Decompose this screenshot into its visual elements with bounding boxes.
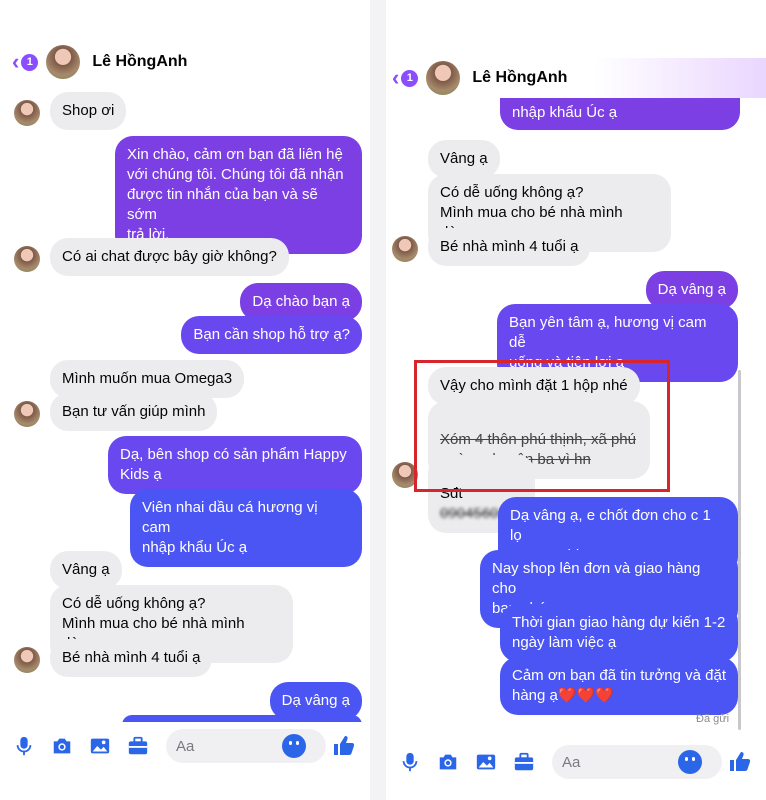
input-placeholder: Aa: [176, 737, 195, 755]
contact-name[interactable]: Lê HồngAnh: [472, 69, 567, 87]
input-placeholder: Aa: [562, 753, 581, 771]
message-input[interactable]: Aa: [552, 745, 722, 779]
microphone-icon[interactable]: [10, 732, 38, 760]
message-outgoing: Viên nhai dầu cá hương vị cam nhập khẩu …: [130, 489, 362, 567]
right-chat-screenshot: nhập khẩu Úc ạ ‹ 1 Lê HồngAnh Vâng ạ Có …: [386, 0, 766, 800]
image-icon[interactable]: [472, 748, 500, 776]
avatar[interactable]: [426, 61, 461, 95]
back-button[interactable]: ‹ 1: [12, 49, 39, 75]
message-incoming: Vâng ạ: [50, 551, 122, 589]
camera-icon[interactable]: [48, 732, 76, 760]
avatar: [14, 246, 40, 272]
avatar[interactable]: [46, 45, 81, 79]
message-incoming: Có ai chat được bây giờ không?: [50, 238, 289, 276]
thumbs-up-icon[interactable]: [728, 750, 752, 774]
highlight-box: [414, 360, 670, 492]
image-icon[interactable]: [86, 732, 114, 760]
avatar: [392, 236, 418, 262]
message-outgoing: Dạ, bên shop có sản phẩm Happy Kids ạ: [108, 436, 362, 494]
screenshot-divider: [370, 0, 386, 800]
briefcase-icon[interactable]: [124, 732, 152, 760]
left-chat-screenshot: ‹ 1 Lê HồngAnh Shop ơi Xin chào, cảm ơn …: [0, 0, 370, 800]
message-incoming: Vâng ạ: [428, 140, 500, 178]
message-outgoing: Cảm ơn bạn đã tin tưởng và đặt hàng ạ❤️❤…: [500, 657, 738, 715]
scrollbar[interactable]: [738, 370, 741, 730]
contact-name[interactable]: Lê HồngAnh: [92, 53, 187, 71]
message-input[interactable]: Aa: [166, 729, 326, 763]
emoji-icon[interactable]: [678, 750, 702, 774]
avatar: [14, 401, 40, 427]
avatar: [14, 100, 40, 126]
microphone-icon[interactable]: [396, 748, 424, 776]
avatar: [14, 647, 40, 673]
message-incoming: Shop ơi: [50, 92, 127, 130]
briefcase-icon[interactable]: [510, 748, 538, 776]
composer-bar: Aa: [0, 722, 370, 770]
chevron-left-icon: ‹: [12, 49, 20, 74]
chat-header: ‹ 1 Lê HồngAnh: [0, 44, 370, 80]
unread-badge: 1: [21, 53, 39, 71]
message-outgoing: Bạn cần shop hỗ trợ ạ?: [181, 316, 362, 354]
unread-badge: 1: [401, 69, 419, 87]
chat-header: ‹ 1 Lê HồngAnh: [386, 58, 766, 98]
message-incoming: Bé nhà mình 4 tuổi ạ: [428, 228, 591, 266]
back-button[interactable]: ‹ 1: [392, 65, 419, 91]
camera-icon[interactable]: [434, 748, 462, 776]
message-incoming: Bạn tư vấn giúp mình: [50, 393, 218, 431]
composer-bar: Aa: [386, 738, 766, 786]
message-outgoing: Thời gian giao hàng dự kiến 1-2 ngày làm…: [500, 604, 738, 662]
thumbs-up-icon[interactable]: [332, 734, 356, 758]
sent-status: Đã gửi: [696, 713, 730, 725]
message-incoming: Bé nhà mình 4 tuổi ạ: [50, 639, 213, 677]
emoji-icon[interactable]: [282, 734, 306, 758]
chevron-left-icon: ‹: [392, 65, 400, 90]
message-outgoing: Xin chào, cảm ơn bạn đã liên hệ với chún…: [115, 136, 362, 254]
